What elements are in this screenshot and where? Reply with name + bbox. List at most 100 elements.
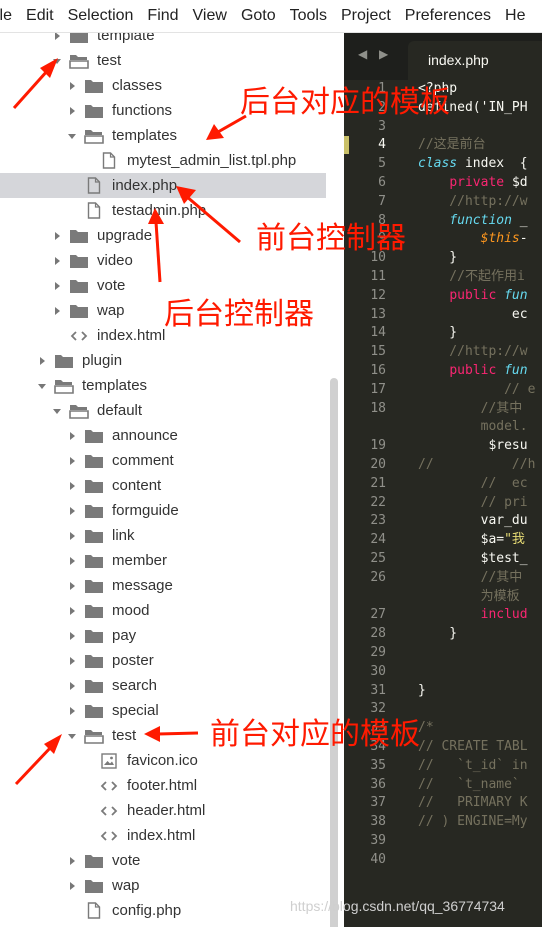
menu-item[interactable]: Find	[147, 7, 178, 25]
menu-item[interactable]: View	[193, 7, 227, 25]
sidebar-scrollbar[interactable]	[330, 378, 338, 927]
chevron-right-icon[interactable]	[51, 33, 63, 42]
code-line[interactable]: 为模板	[344, 588, 542, 606]
tab-index-php[interactable]: index.php	[408, 41, 542, 80]
tree-folder[interactable]: comment	[0, 448, 330, 473]
chevron-right-icon[interactable]	[66, 480, 78, 492]
tree-folder[interactable]: pay	[0, 623, 330, 648]
code-line[interactable]: 35 // `t_id` in	[344, 757, 542, 775]
code-line[interactable]: 17 // e	[344, 381, 542, 399]
code-line[interactable]: 21 // ec	[344, 475, 542, 493]
code-line[interactable]: 24 $a="我	[344, 531, 542, 549]
tree-file[interactable]: footer.html	[0, 773, 330, 798]
tree-folder[interactable]: vote	[0, 848, 330, 873]
tree-folder[interactable]: plugin	[0, 348, 330, 373]
code-line[interactable]: 14 }	[344, 324, 542, 342]
tree-file[interactable]: header.html	[0, 798, 330, 823]
tree-file[interactable]: config.php	[0, 898, 330, 923]
chevron-right-icon[interactable]	[66, 530, 78, 542]
chevron-right-icon[interactable]	[66, 630, 78, 642]
code-line[interactable]: 40	[344, 851, 542, 869]
tree-folder[interactable]: test	[0, 48, 330, 73]
code-line[interactable]: 28 }	[344, 625, 542, 643]
chevron-right-icon[interactable]	[66, 80, 78, 92]
code-line[interactable]: 38 // ) ENGINE=My	[344, 813, 542, 831]
code-line[interactable]: 16 public fun	[344, 362, 542, 380]
tree-folder[interactable]: poster	[0, 648, 330, 673]
code-line[interactable]: 39	[344, 832, 542, 850]
code-line[interactable]: 29	[344, 644, 542, 662]
code-line[interactable]: 11 //不起作用i	[344, 268, 542, 286]
chevron-right-icon[interactable]	[66, 555, 78, 567]
chevron-right-icon[interactable]	[66, 605, 78, 617]
tree-file[interactable]: index.php	[0, 173, 326, 198]
tree-folder[interactable]: template	[0, 33, 330, 48]
chevron-right-icon[interactable]	[51, 255, 63, 267]
code-line[interactable]: 26 //其中	[344, 569, 542, 587]
code-line[interactable]: 7 //http://w	[344, 193, 542, 211]
menu-item[interactable]: Selection	[68, 7, 134, 25]
chevron-down-icon[interactable]	[51, 405, 63, 417]
code-line[interactable]: 5 class index {	[344, 155, 542, 173]
code-line[interactable]: 20 // //h	[344, 456, 542, 474]
chevron-down-icon[interactable]	[66, 130, 78, 142]
code-line[interactable]: 36 // `t_name`	[344, 776, 542, 794]
code-line[interactable]: 12 public fun	[344, 287, 542, 305]
code-line[interactable]: 31}	[344, 682, 542, 700]
code-line[interactable]: 3	[344, 118, 542, 136]
code-area[interactable]: 1 <?php 2 defined('IN_PH 3 4//这是前台 5 class inde…	[344, 80, 542, 927]
menu-item[interactable]: Goto	[241, 7, 276, 25]
chevron-right-icon[interactable]	[66, 680, 78, 692]
tab-nav-arrows[interactable]: ◀ ▶	[358, 47, 392, 61]
chevron-right-icon[interactable]	[66, 880, 78, 892]
tree-folder[interactable]: member	[0, 548, 330, 573]
code-line[interactable]: 13 ec	[344, 306, 542, 324]
menu-item[interactable]: ile	[0, 7, 12, 25]
chevron-right-icon[interactable]	[66, 580, 78, 592]
tree-folder[interactable]: default	[0, 398, 330, 423]
code-line[interactable]: 4 //这是前台	[344, 136, 542, 154]
chevron-down-icon[interactable]	[36, 380, 48, 392]
code-line[interactable]: 25 $test_	[344, 550, 542, 568]
code-line[interactable]: 19 $resu	[344, 437, 542, 455]
chevron-down-icon[interactable]	[66, 730, 78, 742]
chevron-right-icon[interactable]	[66, 855, 78, 867]
chevron-down-icon[interactable]	[51, 55, 63, 67]
chevron-right-icon[interactable]	[51, 230, 63, 242]
code-line[interactable]: 22 // pri	[344, 494, 542, 512]
tree-file[interactable]: index.html	[0, 823, 330, 848]
code-line[interactable]: 18 //其中	[344, 400, 542, 418]
code-line[interactable]: 32	[344, 700, 542, 718]
menu-item[interactable]: Preferences	[405, 7, 491, 25]
menu-item[interactable]: He	[505, 7, 525, 25]
code-line[interactable]: 23 var_du	[344, 512, 542, 530]
code-line[interactable]: model.	[344, 418, 542, 436]
chevron-right-icon[interactable]	[66, 705, 78, 717]
code-line[interactable]: 37 // PRIMARY K	[344, 794, 542, 812]
chevron-right-icon[interactable]	[36, 355, 48, 367]
chevron-right-icon[interactable]	[51, 305, 63, 317]
chevron-right-icon[interactable]	[66, 105, 78, 117]
tree-folder[interactable]: message	[0, 573, 330, 598]
tree-folder[interactable]: formguide	[0, 498, 330, 523]
tree-folder[interactable]: wap	[0, 873, 330, 898]
tree-folder[interactable]: search	[0, 673, 330, 698]
chevron-right-icon[interactable]	[51, 280, 63, 292]
menu-item[interactable]: Tools	[290, 7, 327, 25]
code-line[interactable]: 27 includ	[344, 606, 542, 624]
tree-folder[interactable]: mood	[0, 598, 330, 623]
chevron-right-icon[interactable]	[66, 505, 78, 517]
tree-file[interactable]: mytest_admin_list.tpl.php	[0, 148, 330, 173]
tree-folder[interactable]: templates	[0, 373, 330, 398]
tree-folder[interactable]: content	[0, 473, 330, 498]
menu-item[interactable]: Project	[341, 7, 391, 25]
code-line[interactable]: 30	[344, 663, 542, 681]
code-line[interactable]: 6 private $d	[344, 174, 542, 192]
tree-folder[interactable]: vote	[0, 273, 330, 298]
code-line[interactable]: 15 //http://w	[344, 343, 542, 361]
tree-folder[interactable]: announce	[0, 423, 330, 448]
menu-item[interactable]: Edit	[26, 7, 54, 25]
chevron-right-icon[interactable]	[66, 430, 78, 442]
tree-folder[interactable]: link	[0, 523, 330, 548]
tree-folder[interactable]: templates	[0, 123, 330, 148]
